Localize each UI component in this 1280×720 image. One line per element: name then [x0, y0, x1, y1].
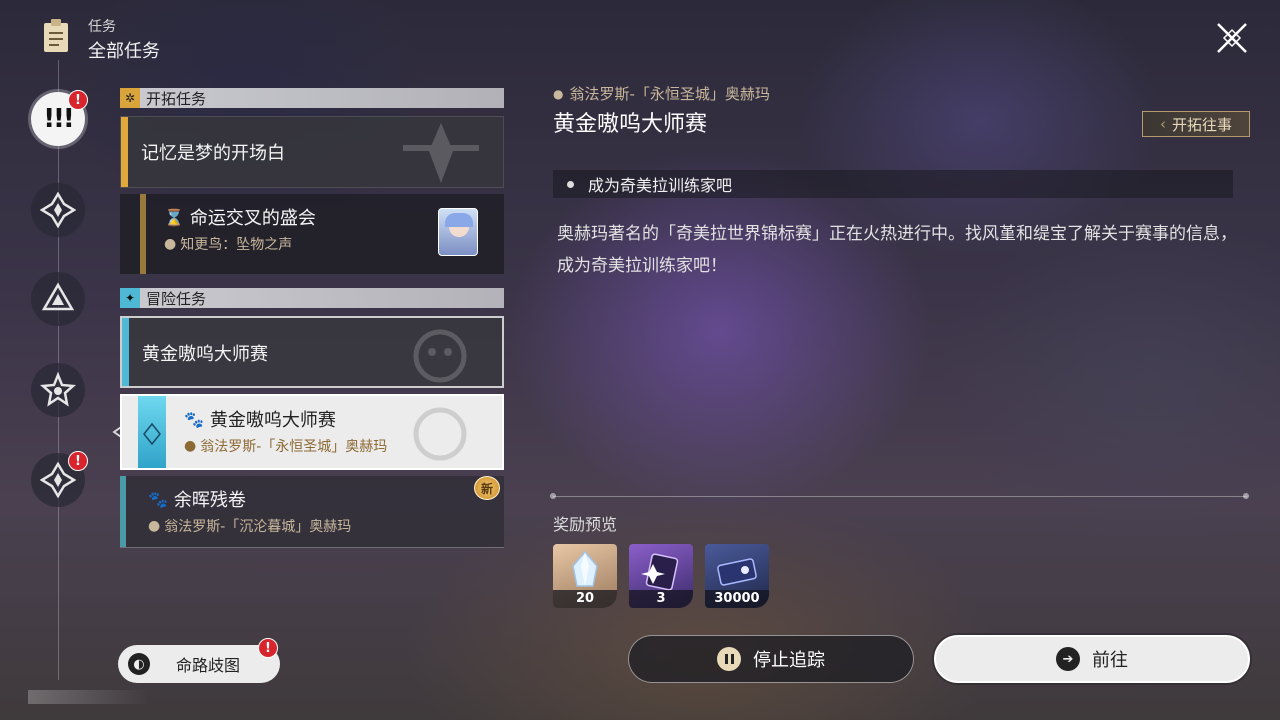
beast-icon: 🐾	[148, 489, 168, 509]
accent-bar	[120, 476, 126, 547]
pause-bar	[724, 654, 728, 664]
portrait-hair	[445, 213, 473, 227]
exclamation-icon: !!!	[43, 104, 75, 134]
page-title: 全部任务	[88, 41, 160, 62]
divider-dot	[550, 493, 556, 499]
sub-location-row: ● 知更鸟：坠物之声	[164, 234, 292, 254]
alert-badge: !	[68, 90, 88, 110]
section-title: 冒险任务	[146, 289, 207, 308]
close-button[interactable]	[1214, 20, 1250, 56]
location-pin-icon: ●	[553, 86, 564, 101]
accent-bar	[138, 396, 166, 468]
location-pin-icon: ●	[148, 518, 161, 534]
tab-trailblaze[interactable]	[31, 183, 85, 237]
chevron-left-icon: ‹	[1159, 115, 1166, 133]
location-pin-icon: ●	[184, 438, 197, 454]
quest-card-adventure-selected[interactable]: 🐾 黄金嗷呜大师赛 ● 翁法罗斯-「永恒圣城」奥赫玛	[120, 394, 504, 470]
sub-location-row: ● 翁法罗斯-「永恒圣城」奥赫玛	[184, 436, 387, 456]
trailblaze-history-label: 开拓往事	[1171, 115, 1232, 134]
quest-card-location: 翁法罗斯-「永恒圣城」奥赫玛	[200, 439, 388, 455]
quest-card-trailblaze-main[interactable]: 记忆是梦的开场白	[120, 116, 504, 188]
path-map-label: 命路歧图	[176, 656, 241, 675]
divider-dot	[1243, 493, 1249, 499]
planet-icon: ◐	[128, 653, 150, 675]
tab-daily[interactable]	[31, 363, 85, 417]
trailblaze-history-button[interactable]: ‹ 开拓往事	[1142, 111, 1250, 137]
reward-item[interactable]: 3	[629, 544, 693, 608]
path-map-button[interactable]: ◐ 命路歧图	[118, 645, 280, 683]
rewards-label: 奖励预览	[553, 515, 618, 534]
pause-icon	[717, 647, 741, 671]
stop-tracking-button[interactable]: 停止追踪	[628, 635, 914, 683]
quest-card-trailblaze-sub[interactable]: ⌛ 命运交叉的盛会 ● 知更鸟：坠物之声	[120, 194, 504, 274]
stop-tracking-label: 停止追踪	[753, 650, 825, 671]
diamond-icon	[143, 422, 161, 446]
quest-card-title: 黄金嗷呜大师赛	[209, 410, 336, 431]
beast-icon: 🐾	[184, 409, 204, 429]
beast-watermark-icon	[413, 329, 467, 383]
accent-bar	[122, 318, 129, 386]
quest-card-title: 命运交叉的盛会	[189, 208, 316, 229]
reward-count: 30000	[705, 590, 769, 608]
sun-icon: ✲	[120, 88, 140, 108]
quest-card-adventure-main[interactable]: 黄金嗷呜大师赛	[120, 316, 504, 388]
divider	[553, 496, 1247, 497]
sub-title-row: 🐾 黄金嗷呜大师赛	[184, 406, 336, 432]
section-header-trailblaze: ✲ 开拓任务	[120, 88, 504, 108]
detail-location-text: 翁法罗斯-「永恒圣城」奥赫玛	[569, 85, 770, 103]
new-badge: 新	[474, 476, 500, 500]
detail-location: ● 翁法罗斯-「永恒圣城」奥赫玛	[553, 83, 770, 104]
accent-bar	[140, 194, 146, 274]
quest-card-title: 记忆是梦的开场白	[141, 143, 285, 164]
location-pin-icon: ●	[164, 236, 177, 252]
quest-card-location: 翁法罗斯-「沉沦暮城」奥赫玛	[164, 519, 352, 535]
objective-text: 成为奇美拉训练家吧	[588, 176, 733, 195]
section-header-adventure: ✦ 冒险任务	[120, 288, 504, 308]
quest-card-location: 知更鸟：坠物之声	[180, 237, 293, 253]
section-title: 开拓任务	[146, 89, 207, 108]
star-icon	[40, 372, 76, 407]
quest-description: 奥赫玛著名的「奇美拉世界锦标赛」正在火热进行中。找风堇和缇宝了解关于赛事的信息，…	[557, 224, 1237, 276]
beast-watermark-icon	[413, 407, 467, 461]
close-icon	[1217, 23, 1247, 53]
triangle-icon	[41, 282, 75, 311]
reward-count: 3	[629, 590, 693, 608]
header-label: 任务	[88, 19, 116, 35]
reward-item[interactable]: 30000	[705, 544, 769, 608]
sub-title-row: 🐾 余晖残卷	[148, 486, 246, 512]
sub-location-row: ● 翁法罗斯-「沉沦暮城」奥赫玛	[148, 516, 351, 536]
pause-bar	[730, 654, 734, 664]
quest-card-title: 黄金嗷呜大师赛	[142, 344, 268, 365]
quest-card-title: 余晖残卷	[173, 490, 246, 511]
objective-bar: 成为奇美拉训练家吧	[553, 170, 1233, 198]
quest-card-adventure-sub[interactable]: 🐾 余晖残卷 ● 翁法罗斯-「沉沦暮城」奥赫玛	[120, 476, 504, 548]
emblem-watermark-icon	[403, 123, 479, 183]
character-portrait-avatar	[438, 208, 478, 256]
bullet-icon	[567, 180, 574, 188]
rail-footer	[28, 690, 148, 704]
hourglass-icon: ⌛	[164, 207, 184, 227]
sub-title-row: ⌛ 命运交叉的盛会	[164, 204, 316, 230]
reward-item[interactable]: 20	[553, 544, 617, 608]
arrow-circle-icon: ➔	[1056, 647, 1080, 671]
accent-bar	[121, 117, 128, 187]
go-button[interactable]: ➔ 前往	[934, 635, 1250, 683]
alert-badge: !	[68, 451, 88, 471]
reward-count: 20	[553, 590, 617, 608]
go-label: 前往	[1092, 650, 1128, 671]
tab-companion[interactable]	[31, 272, 85, 326]
quest-title: 黄金嗷呜大师赛	[553, 112, 708, 137]
diamond-icon: ✦	[120, 288, 140, 308]
four-point-star-icon	[40, 192, 76, 228]
clipboard-icon	[42, 18, 70, 54]
alert-badge: !	[258, 638, 278, 658]
